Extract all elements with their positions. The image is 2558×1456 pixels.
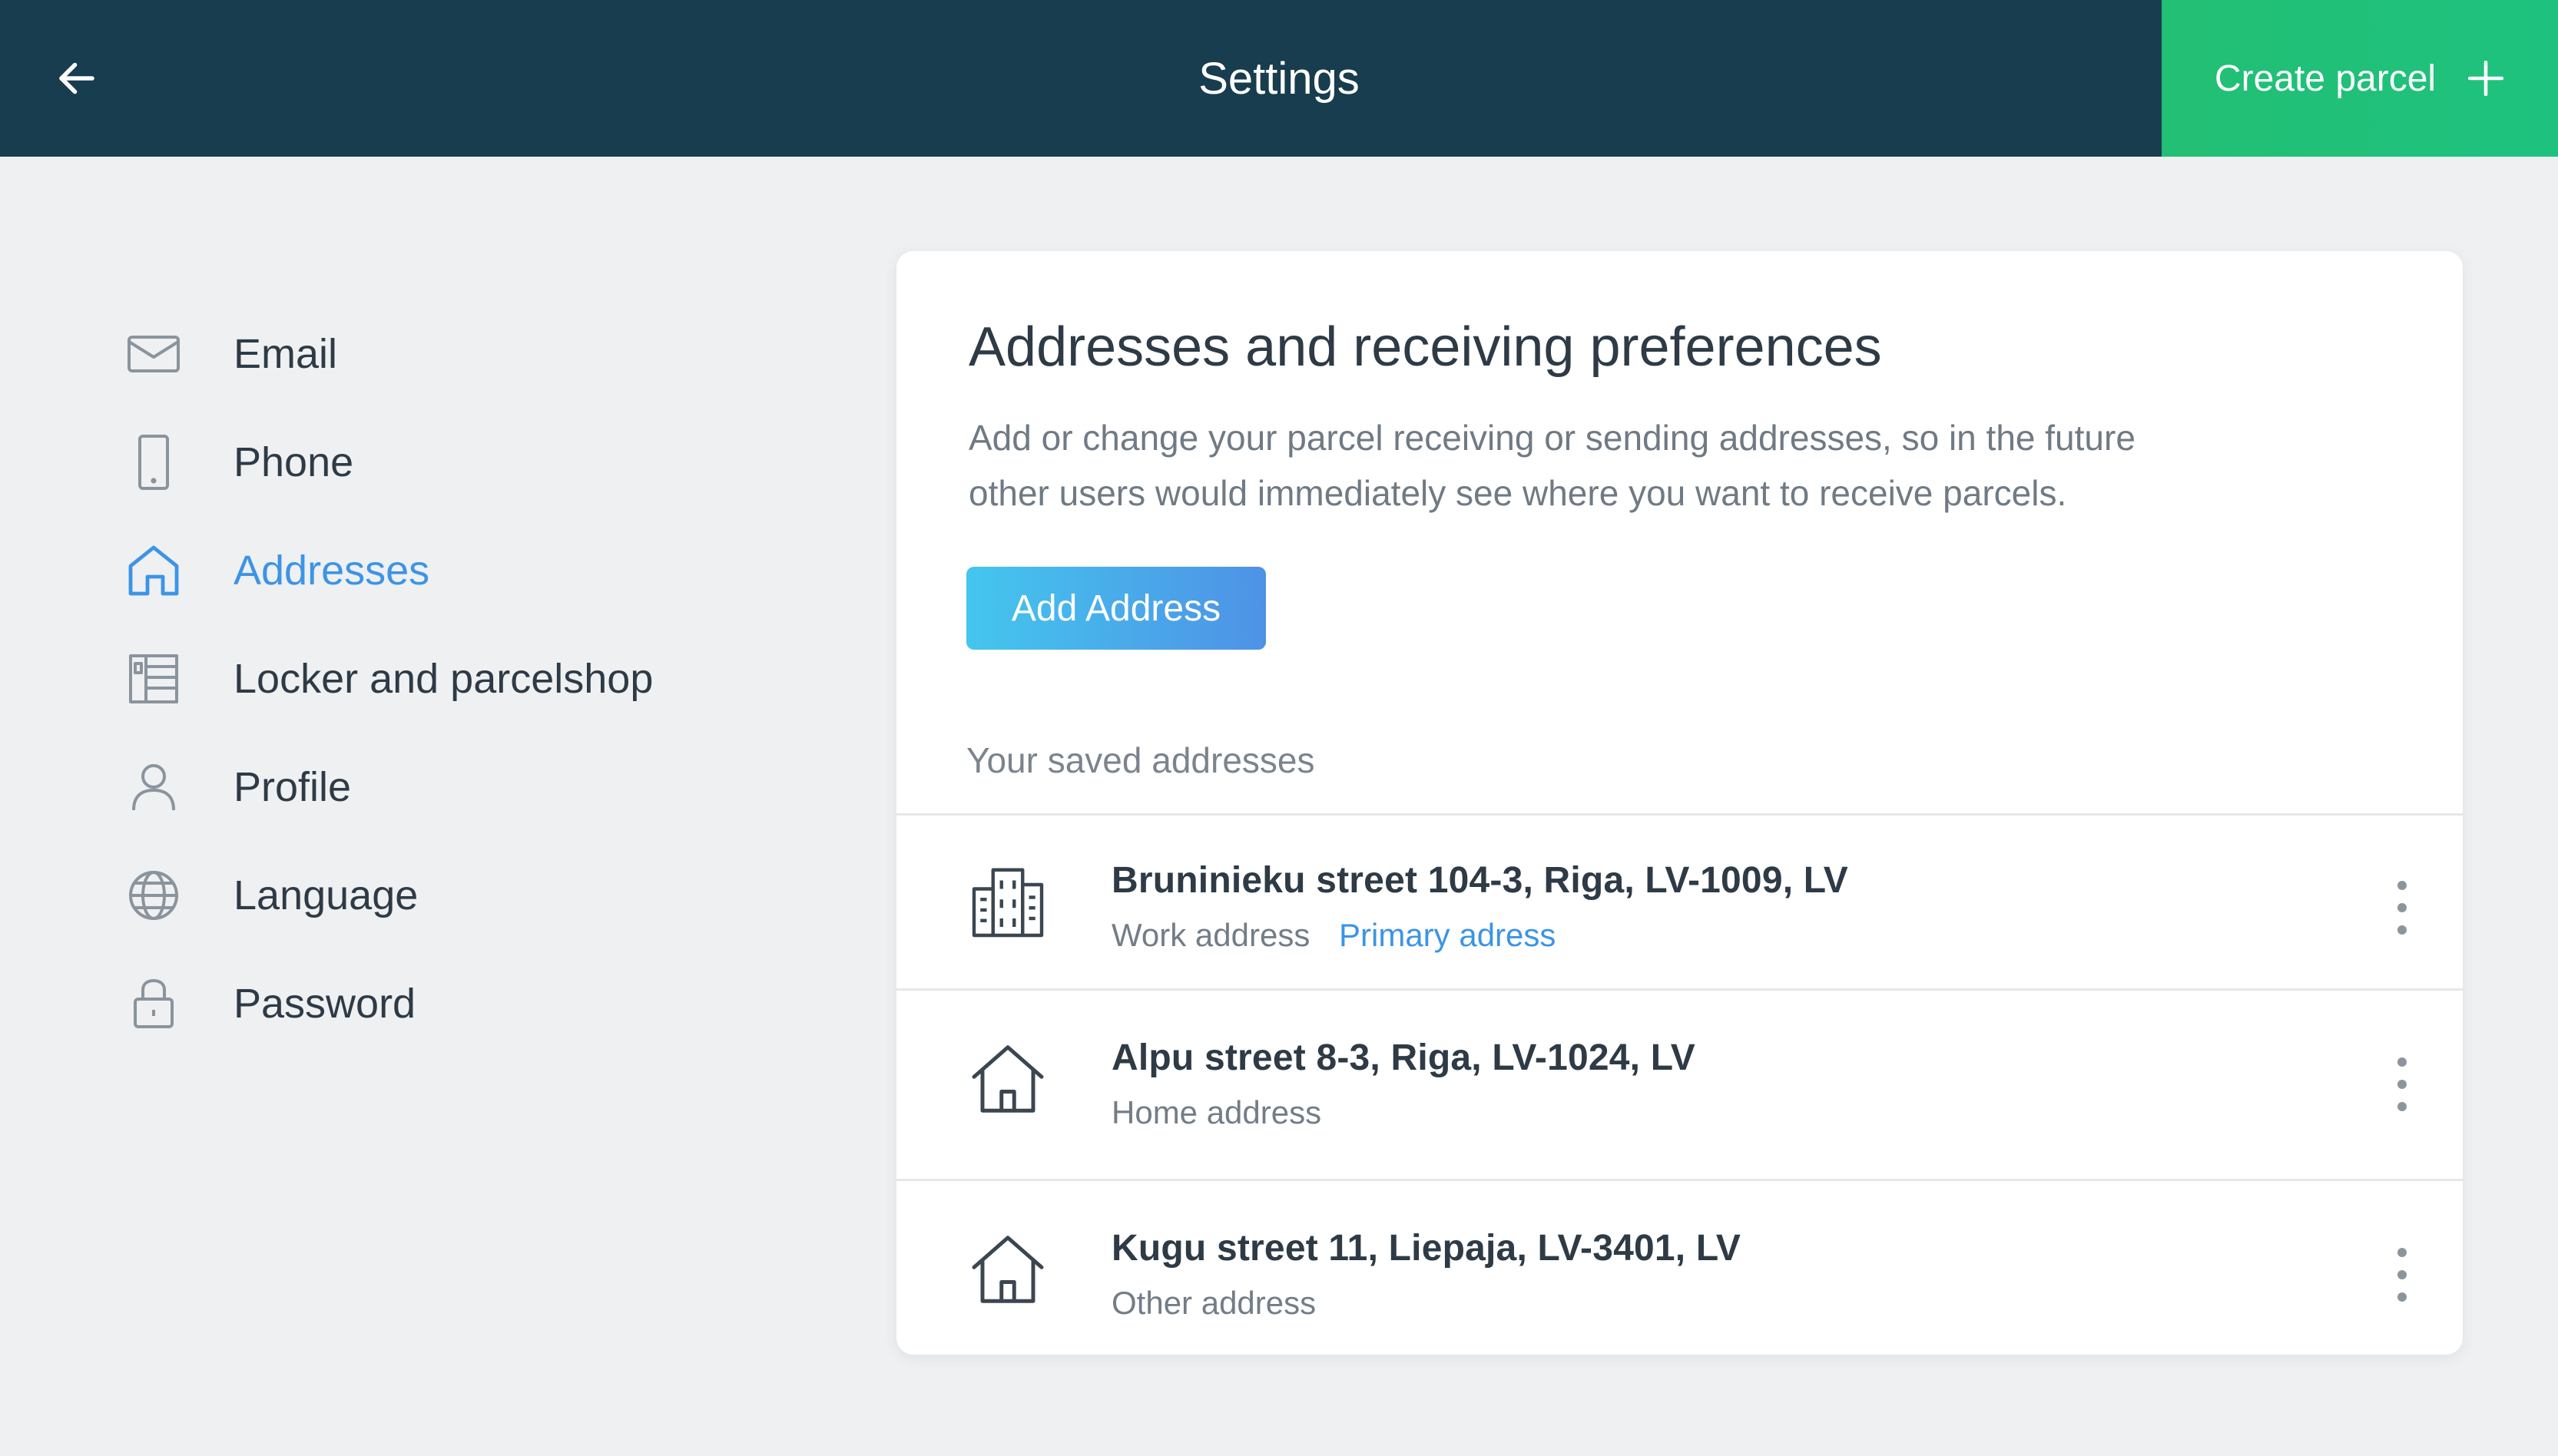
create-parcel-button[interactable]: Create parcel [2162,0,2558,157]
address-text: Kugu street 11, Liepaja, LV-3401, LV [1112,1228,1741,1269]
primary-address-label: Primary adress [1339,917,1556,953]
addresses-card: Addresses and receiving preferences Add … [896,251,2463,1355]
sidebar-item-label: Profile [234,764,352,810]
address-type: Home address [1112,1094,1322,1130]
more-options-button[interactable] [2387,1057,2417,1111]
address-text: Bruninieku street 104-3, Riga, LV-1009, … [1112,860,1848,901]
sidebar-item-label: Email [234,331,338,377]
office-building-icon [972,868,1044,938]
arrow-left-icon [59,62,94,94]
create-parcel-label: Create parcel [2214,58,2437,99]
saved-addresses-label: Your saved addresses [966,740,1315,780]
sidebar-item-label: Phone [234,439,354,485]
phone-icon [115,424,192,501]
locker-icon [115,640,192,717]
sidebar-item-password[interactable]: Password [115,965,807,1042]
address-type: Work address [1112,917,1310,953]
sidebar-item-locker[interactable]: Locker and parcelshop [115,640,807,717]
sidebar-item-phone[interactable]: Phone [115,424,807,501]
address-row[interactable]: Kugu street 11, Liepaja, LV-3401, LV Oth… [896,1181,2463,1355]
house-icon [972,1045,1044,1113]
envelope-icon [115,316,192,392]
address-text: Alpu street 8-3, Riga, LV-1024, LV [1112,1037,1695,1078]
sidebar-item-addresses[interactable]: Addresses [115,532,807,609]
sidebar-item-label: Password [234,981,416,1027]
sidebar-item-profile[interactable]: Profile [115,749,807,826]
lock-icon [115,965,192,1042]
description-line: Add or change your parcel receiving or s… [969,418,2136,458]
sidebar-item-label: Locker and parcelshop [234,656,654,702]
description-line: other users would immediately see where … [969,473,2067,513]
section-title: Addresses and receiving preferences [969,316,1882,378]
globe-icon [115,857,192,934]
address-row[interactable]: Alpu street 8-3, Riga, LV-1024, LV Home … [896,991,2463,1179]
section-description: Add or change your parcel receiving or s… [969,410,2275,521]
sidebar-item-label: Addresses [234,548,430,594]
address-row[interactable]: Bruninieku street 104-3, Riga, LV-1009, … [896,816,2463,988]
sidebar-item-email[interactable]: Email [115,316,807,392]
house-icon [972,1236,1044,1303]
house-icon [115,532,192,609]
plus-icon [2467,60,2504,97]
top-bar: Settings Create parcel [0,0,2558,157]
more-options-button[interactable] [2387,881,2417,935]
sidebar-item-language[interactable]: Language [115,857,807,934]
sidebar-item-label: Language [234,872,419,918]
more-options-button[interactable] [2387,1248,2417,1302]
add-address-button[interactable]: Add Address [966,567,1266,650]
address-type: Other address [1112,1285,1317,1321]
back-button[interactable] [46,48,108,109]
person-icon [115,749,192,826]
